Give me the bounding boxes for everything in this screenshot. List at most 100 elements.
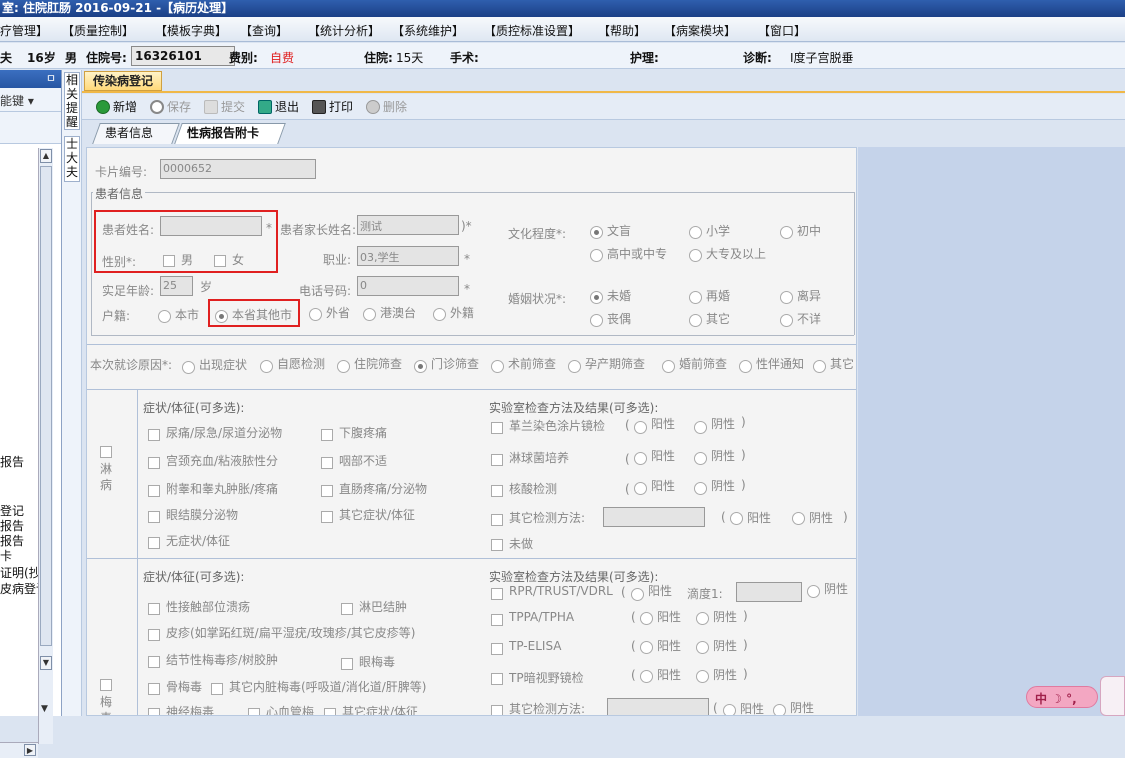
- s-symptom-checkbox[interactable]: [148, 683, 160, 695]
- marital-radio-divorced[interactable]: [780, 291, 793, 304]
- s-lab-positive-radio[interactable]: [631, 588, 644, 601]
- menu-item-help[interactable]: 【帮助】: [598, 22, 646, 39]
- tab-related-reminders[interactable]: 相关提醒: [64, 72, 80, 130]
- g-symptom-checkbox[interactable]: [321, 457, 333, 469]
- marital-radio-single[interactable]: [590, 291, 603, 304]
- household-radio-hk[interactable]: [363, 308, 376, 321]
- card-no-field[interactable]: 0000652: [160, 159, 316, 179]
- g-lab-negative-radio[interactable]: [694, 482, 707, 495]
- s-lab-checkbox[interactable]: [491, 705, 503, 715]
- pin-icon[interactable]: ㅁ: [46, 72, 56, 85]
- s-lab-positive-radio[interactable]: [640, 670, 653, 683]
- s-other-negative-radio[interactable]: [773, 704, 786, 715]
- s-symptom-checkbox[interactable]: [324, 708, 336, 715]
- list-item[interactable]: 报告: [0, 453, 24, 470]
- s-other-positive-radio[interactable]: [723, 704, 736, 715]
- s-symptom-checkbox[interactable]: [148, 629, 160, 641]
- s-symptom-checkbox[interactable]: [148, 603, 160, 615]
- g-symptom-checkbox[interactable]: [321, 485, 333, 497]
- menu-item-case[interactable]: 【病案模块】: [664, 22, 736, 39]
- menu-item-window[interactable]: 【窗口】: [758, 22, 806, 39]
- s-lab-checkbox[interactable]: [491, 614, 503, 626]
- g-symptom-checkbox[interactable]: [148, 537, 160, 549]
- g-symptom-checkbox[interactable]: [148, 485, 160, 497]
- menu-item-stats[interactable]: 【统计分析】: [308, 22, 380, 39]
- s-symptom-checkbox[interactable]: [148, 656, 160, 668]
- edu-radio-senior[interactable]: [590, 249, 603, 262]
- edu-radio-illiterate[interactable]: [590, 226, 603, 239]
- g-symptom-checkbox[interactable]: [321, 429, 333, 441]
- g-other-negative-radio[interactable]: [792, 512, 805, 525]
- reason-radio-other[interactable]: [813, 360, 826, 373]
- reason-radio-preop[interactable]: [491, 360, 504, 373]
- s-lab-positive-radio[interactable]: [640, 641, 653, 654]
- ime-mascot-icon[interactable]: [1100, 676, 1125, 716]
- marital-radio-unknown[interactable]: [780, 314, 793, 327]
- marital-radio-widowed[interactable]: [590, 314, 603, 327]
- left-vertical-scrollbar[interactable]: ▲ ▼: [38, 148, 53, 744]
- parent-name-field[interactable]: 测试: [357, 215, 459, 235]
- g-lab-positive-radio[interactable]: [634, 482, 647, 495]
- household-radio-other-province[interactable]: [309, 308, 322, 321]
- edu-radio-primary[interactable]: [689, 226, 702, 239]
- new-button[interactable]: 新增: [96, 98, 137, 115]
- s-lab-checkbox[interactable]: [491, 588, 503, 600]
- tab-patient-info[interactable]: 患者信息: [92, 123, 180, 144]
- s-symptom-checkbox[interactable]: [341, 658, 353, 670]
- g-lab-negative-radio[interactable]: [694, 452, 707, 465]
- s-lab-checkbox[interactable]: [491, 643, 503, 655]
- tab-infectious-registration[interactable]: 传染病登记: [84, 71, 163, 91]
- g-lab-positive-radio[interactable]: [634, 452, 647, 465]
- scroll-up-icon[interactable]: ▲: [40, 149, 52, 163]
- left-horizontal-scrollbar[interactable]: ▶: [0, 742, 38, 758]
- list-item[interactable]: 证明(抄: [0, 564, 41, 581]
- g-lab-checkbox[interactable]: [491, 454, 503, 466]
- s-lab-checkbox[interactable]: [491, 673, 503, 685]
- s-symptom-checkbox[interactable]: [148, 708, 160, 715]
- marital-radio-other[interactable]: [689, 314, 702, 327]
- household-radio-city[interactable]: [158, 310, 171, 323]
- function-dropdown[interactable]: 能键 ▾: [0, 88, 61, 112]
- age-field[interactable]: 25: [160, 276, 193, 296]
- marital-radio-remarried[interactable]: [689, 291, 702, 304]
- s-symptom-checkbox[interactable]: [341, 603, 353, 615]
- delete-button[interactable]: 删除: [366, 98, 407, 115]
- s-lab-negative-radio[interactable]: [696, 612, 709, 625]
- syphilis-checkbox[interactable]: [100, 679, 112, 691]
- s-symptom-checkbox[interactable]: [248, 708, 260, 715]
- scroll-thumb[interactable]: [40, 166, 52, 646]
- s-lab-positive-radio[interactable]: [640, 612, 653, 625]
- reason-radio-partner[interactable]: [739, 360, 752, 373]
- g-lab-positive-radio[interactable]: [634, 421, 647, 434]
- phone-field[interactable]: 0: [357, 276, 459, 296]
- s-lab-negative-radio[interactable]: [696, 641, 709, 654]
- edu-radio-college[interactable]: [689, 249, 702, 262]
- g-lab-negative-radio[interactable]: [694, 421, 707, 434]
- tab-std-report-card[interactable]: 性病报告附卡: [174, 123, 286, 144]
- reason-radio-inpatient[interactable]: [337, 360, 350, 373]
- collapse-arrow-icon[interactable]: ▼: [41, 704, 48, 714]
- reason-radio-premarital[interactable]: [662, 360, 675, 373]
- print-button[interactable]: 打印: [312, 98, 353, 115]
- g-other-positive-radio[interactable]: [730, 512, 743, 525]
- job-field[interactable]: 03,学生: [357, 246, 459, 266]
- menu-item-quality[interactable]: 【质量控制】: [62, 22, 134, 39]
- submit-button[interactable]: 提交: [204, 98, 245, 115]
- g-lab-checkbox[interactable]: [491, 422, 503, 434]
- list-item[interactable]: 卡: [0, 547, 12, 564]
- household-radio-foreign[interactable]: [433, 308, 446, 321]
- menu-item-template[interactable]: 【模板字典】: [155, 22, 227, 39]
- g-not-done-checkbox[interactable]: [491, 539, 503, 551]
- scroll-down-icon[interactable]: ▼: [40, 656, 52, 670]
- s-lab-negative-radio[interactable]: [696, 670, 709, 683]
- reason-radio-outpatient[interactable]: [414, 360, 427, 373]
- titer-field[interactable]: [736, 582, 802, 602]
- exit-button[interactable]: 退出: [258, 98, 299, 115]
- tab-doctor[interactable]: 士大夫: [64, 136, 80, 182]
- g-other-method-field[interactable]: [603, 507, 705, 527]
- menu-item-medical[interactable]: 疗管理】: [0, 22, 48, 39]
- g-symptom-checkbox[interactable]: [148, 429, 160, 441]
- menu-item-system[interactable]: 【系统维护】: [392, 22, 464, 39]
- ime-status[interactable]: 中 ☽ °,: [1026, 686, 1098, 708]
- reason-radio-voluntary[interactable]: [260, 360, 273, 373]
